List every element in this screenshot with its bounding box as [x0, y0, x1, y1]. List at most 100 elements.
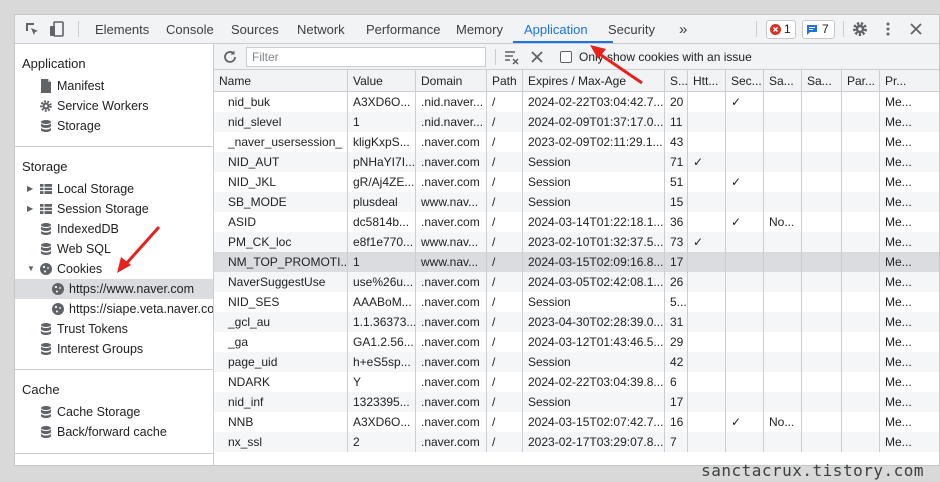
table-cell: PM_CK_loc [214, 232, 348, 252]
sidebar-item-cookie-site-naver[interactable]: https://www.naver.com [15, 279, 213, 299]
table-row[interactable]: NID_JKL gR/Aj4ZE... .naver.com / Session 51 ✓ M… [214, 172, 939, 192]
tab-performance[interactable]: Performance [366, 15, 440, 44]
tab-application[interactable]: Application [524, 15, 588, 44]
table-row[interactable]: NaverSuggestUse use%26u... .naver.com/2024… [214, 272, 939, 292]
table-row[interactable]: _ga GA1.2.56... .naver.com/2024-03-12T01:4… [214, 332, 939, 352]
table-cell: NDARK [214, 372, 348, 392]
table-cell: 11 [665, 112, 688, 132]
column-header[interactable]: Sa... [764, 70, 802, 92]
table-cell: .naver.com [416, 152, 487, 172]
table-cell: 51 [665, 172, 688, 192]
expand-arrow-icon[interactable]: ▶ [27, 199, 33, 219]
grid-icon [40, 184, 52, 194]
device-toggle-icon[interactable] [48, 20, 66, 38]
error-count-badge[interactable]: 1 [766, 20, 796, 39]
table-cell: Me... [880, 212, 939, 232]
table-cell: ASID [214, 212, 348, 232]
table-cell: 2023-04-30T02:28:39.0... [523, 312, 665, 332]
sidebar-item-indexeddb[interactable]: IndexedDB [15, 219, 213, 239]
table-cell [802, 212, 842, 232]
table-row[interactable]: SB_MODE plusdeal www.nav... / Session 15 Me... [214, 192, 939, 212]
sidebar-item-trust-tokens[interactable]: Trust Tokens [15, 319, 213, 339]
tab-security[interactable]: Security [608, 15, 655, 44]
tab-console[interactable]: Console [166, 15, 214, 44]
column-header[interactable]: Expires / Max-Age [523, 70, 665, 92]
refresh-icon[interactable] [222, 49, 238, 65]
table-row[interactable]: NM_TOP_PROMOTI... 1 www.nav.../2024-03-15T… [214, 252, 939, 272]
table-cell: 20 [665, 92, 688, 112]
table-row[interactable]: ASID dc5814b... .naver.com/2024-03-14T01:2… [214, 212, 939, 232]
gear-icon[interactable] [851, 20, 869, 38]
sidebar-item-cache-storage[interactable]: Cache Storage [15, 402, 213, 422]
expand-arrow-icon[interactable]: ▶ [27, 179, 33, 199]
column-header[interactable]: Sec... [726, 70, 764, 92]
table-cell [764, 232, 802, 252]
tab-memory[interactable]: Memory [456, 15, 503, 44]
table-cell [842, 372, 880, 392]
table-row[interactable]: _gcl_au 1.1.36373... .naver.com/2023-04-30… [214, 312, 939, 332]
column-header[interactable]: Htt... [688, 70, 726, 92]
column-header[interactable]: Sa... [802, 70, 842, 92]
filter-input[interactable] [246, 47, 486, 67]
sidebar-item-web-sql[interactable]: Web SQL [15, 239, 213, 259]
table-cell: _gcl_au [214, 312, 348, 332]
table-cell [726, 332, 764, 352]
kebab-menu-icon[interactable] [879, 20, 897, 38]
table-row[interactable]: nid_buk A3XD6O... .nid.naver.../2024-02-22… [214, 92, 939, 112]
clear-filtered-icon[interactable] [504, 49, 520, 65]
table-cell: _naver_usersession_ [214, 132, 348, 152]
sidebar-item-cookies[interactable]: ▼ Cookies [15, 259, 213, 279]
only-issue-label: Only show cookies with an issue [579, 50, 752, 64]
table-row[interactable]: NNB A3XD6O... .naver.com/2024-03-15T02:07:… [214, 412, 939, 432]
table-row[interactable]: _naver_usersession_ kligKxpS... .naver.com… [214, 132, 939, 152]
column-header[interactable]: Name [214, 70, 348, 92]
table-row[interactable]: NDARK Y .naver.com/2024-02-22T03:04:39.8..… [214, 372, 939, 392]
table-cell: Session [523, 392, 665, 412]
table-row[interactable]: nx_ssl 2 .naver.com/2023-02-17T03:29:07.8.… [214, 432, 939, 452]
table-cell: SB_MODE [214, 192, 348, 212]
column-header[interactable]: Domain [416, 70, 487, 92]
sidebar-item-label: Session Storage [57, 202, 149, 216]
table-cell: ✓ [726, 212, 764, 232]
message-count-badge[interactable]: 7 [802, 20, 835, 39]
tab-network[interactable]: Network [297, 15, 345, 44]
database-icon [41, 243, 51, 255]
table-cell: 42 [665, 352, 688, 372]
table-cell: nid_inf [214, 392, 348, 412]
table-row[interactable]: nid_slevel 1 .nid.naver.../2024-02-09T01:3… [214, 112, 939, 132]
table-cell [764, 292, 802, 312]
table-row[interactable]: NID_AUT pNHaYI7I... .naver.com / Session 71 ✓ M… [214, 152, 939, 172]
tab-elements[interactable]: Elements [95, 15, 149, 44]
table-cell: Me... [880, 312, 939, 332]
column-header[interactable]: Pr... [880, 70, 939, 92]
column-header[interactable]: Path [487, 70, 523, 92]
sidebar-item-service-workers[interactable]: Service Workers [15, 96, 213, 116]
sidebar-item-manifest[interactable]: Manifest [15, 76, 213, 96]
sidebar-item-local-storage[interactable]: ▶ Local Storage [15, 179, 213, 199]
table-cell [726, 432, 764, 452]
close-icon[interactable] [907, 20, 925, 38]
table-row[interactable]: page_uid h+eS5sp... .naver.com / Session 42 Me… [214, 352, 939, 372]
table-cell [842, 332, 880, 352]
sidebar-item-back-forward-cache[interactable]: Back/forward cache [15, 422, 213, 442]
only-issue-checkbox[interactable] [560, 51, 572, 63]
collapse-arrow-icon[interactable]: ▼ [27, 259, 35, 279]
column-header[interactable]: Value [348, 70, 416, 92]
sidebar-item-storage[interactable]: Storage [15, 116, 213, 136]
tab-sources[interactable]: Sources [231, 15, 279, 44]
table-cell [842, 292, 880, 312]
column-header[interactable]: Par... [842, 70, 880, 92]
sidebar-item-session-storage[interactable]: ▶ Session Storage [15, 199, 213, 219]
more-tabs-button[interactable]: » [679, 15, 687, 44]
table-cell: AAABoM... [348, 292, 416, 312]
table-row[interactable]: nid_inf 1323395... .naver.com / Session 17 Me.… [214, 392, 939, 412]
clear-all-icon[interactable] [530, 50, 544, 64]
table-cell: / [487, 432, 523, 452]
table-row[interactable]: NID_SES AAABoM... .naver.com / Session 5... Me… [214, 292, 939, 312]
sidebar-item-label: Local Storage [57, 182, 135, 196]
sidebar-item-cookie-site-siape[interactable]: https://siape.veta.naver.com [15, 299, 213, 319]
inspect-icon[interactable] [23, 20, 41, 38]
table-row[interactable]: PM_CK_loc e8f1e770... www.nav.../2023-02-1… [214, 232, 939, 252]
column-header[interactable]: S... [665, 70, 688, 92]
sidebar-item-interest-groups[interactable]: Interest Groups [15, 339, 213, 359]
